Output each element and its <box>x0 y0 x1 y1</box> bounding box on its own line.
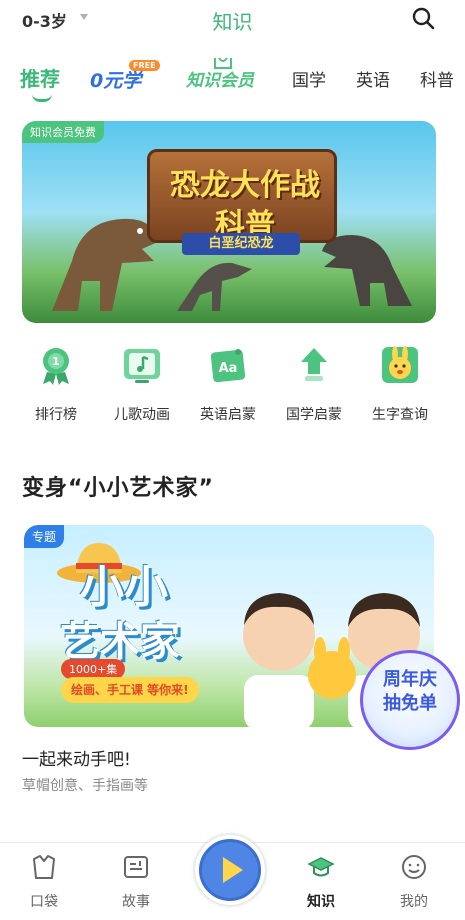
story-icon <box>124 856 148 878</box>
player-button[interactable] <box>195 835 265 905</box>
nav-label: 知识 <box>307 894 335 910</box>
promo-line2: 抽免单 <box>383 693 437 714</box>
card-headline-line1: 小小 <box>80 562 168 613</box>
quick-entries: 1 排行榜 儿歌动画 Aa 英语启蒙 国学启蒙 生字查询 <box>0 344 465 434</box>
english-aa-icon: Aa <box>210 349 246 383</box>
character-lookup-icon <box>382 346 418 383</box>
nav-label: 口袋 <box>30 894 58 910</box>
entry-label: 排行榜 <box>35 407 77 423</box>
knowledge-cap-icon <box>307 857 335 877</box>
category-tabs: 推荐 0元学 FREE 知识会员 国学 英语 科普 <box>0 57 465 102</box>
svg-text:Aa: Aa <box>219 361 238 376</box>
section-title: 变身“小小艺术家” <box>22 476 214 501</box>
entry-label: 儿歌动画 <box>114 407 170 423</box>
banner-title-line1: 恐龙大作战 <box>170 168 320 203</box>
nav-label: 我的 <box>400 894 428 910</box>
nav-label: 故事 <box>122 894 150 910</box>
entry-english[interactable]: Aa 英语启蒙 <box>188 344 268 424</box>
top-header: 0-3岁 知识 <box>0 0 465 40</box>
nav-pocket[interactable]: 口袋 <box>14 853 74 911</box>
ranking-medal-icon: 1 <box>43 348 69 385</box>
banner-subtitle: 白垩纪恐龙 <box>182 233 300 255</box>
card-description: 草帽创意、手指画等 <box>22 778 148 794</box>
free-badge: FREE <box>129 60 160 71</box>
entry-songs[interactable]: 儿歌动画 <box>102 344 182 424</box>
card-title[interactable]: 一起来动手吧! <box>22 745 131 770</box>
card-tagline: 绘画、手工课 等你来! <box>61 677 199 703</box>
active-tab-indicator <box>32 94 52 102</box>
tab-guoxue[interactable]: 国学 <box>292 66 326 91</box>
entry-label: 英语启蒙 <box>200 407 256 423</box>
profile-icon <box>402 855 426 879</box>
episode-count-badge: 1000+集 <box>61 659 126 679</box>
search-icon[interactable] <box>411 6 435 30</box>
raptor-illustration <box>177 262 252 311</box>
nav-story[interactable]: 故事 <box>106 853 166 911</box>
entry-character-lookup[interactable]: 生字查询 <box>360 344 440 424</box>
banner-sign: 恐龙大作战 科普 <box>147 149 337 243</box>
dinosaur-banner[interactable]: 知识会员免费 恐龙大作战 科普 白垩纪恐龙 <box>22 121 436 323</box>
promo-line1: 周年庆 <box>383 669 437 690</box>
member-free-badge: 知识会员免费 <box>22 121 104 143</box>
play-icon <box>202 842 258 898</box>
tab-recommend[interactable]: 推荐 <box>20 63 60 92</box>
nav-profile[interactable]: 我的 <box>384 853 444 911</box>
entry-label: 生字查询 <box>372 407 428 423</box>
pocket-icon <box>33 855 55 879</box>
anniversary-promo-badge[interactable]: 周年庆 抽免单 <box>360 650 460 750</box>
tab-english[interactable]: 英语 <box>356 66 390 91</box>
page-title: 知识 <box>212 10 253 34</box>
music-note-icon <box>124 349 160 383</box>
svg-text:1: 1 <box>52 355 60 368</box>
entry-guoxue[interactable]: 国学启蒙 <box>274 344 354 424</box>
tab-science[interactable]: 科普 <box>420 66 454 91</box>
entry-label: 国学启蒙 <box>286 407 342 423</box>
tab-knowledge-member[interactable]: 知识会员 <box>186 66 254 91</box>
entry-ranking[interactable]: 1 排行榜 <box>16 344 96 424</box>
nav-knowledge[interactable]: 知识 <box>291 853 351 911</box>
classics-icon <box>301 348 327 381</box>
topic-badge: 专题 <box>24 525 65 548</box>
